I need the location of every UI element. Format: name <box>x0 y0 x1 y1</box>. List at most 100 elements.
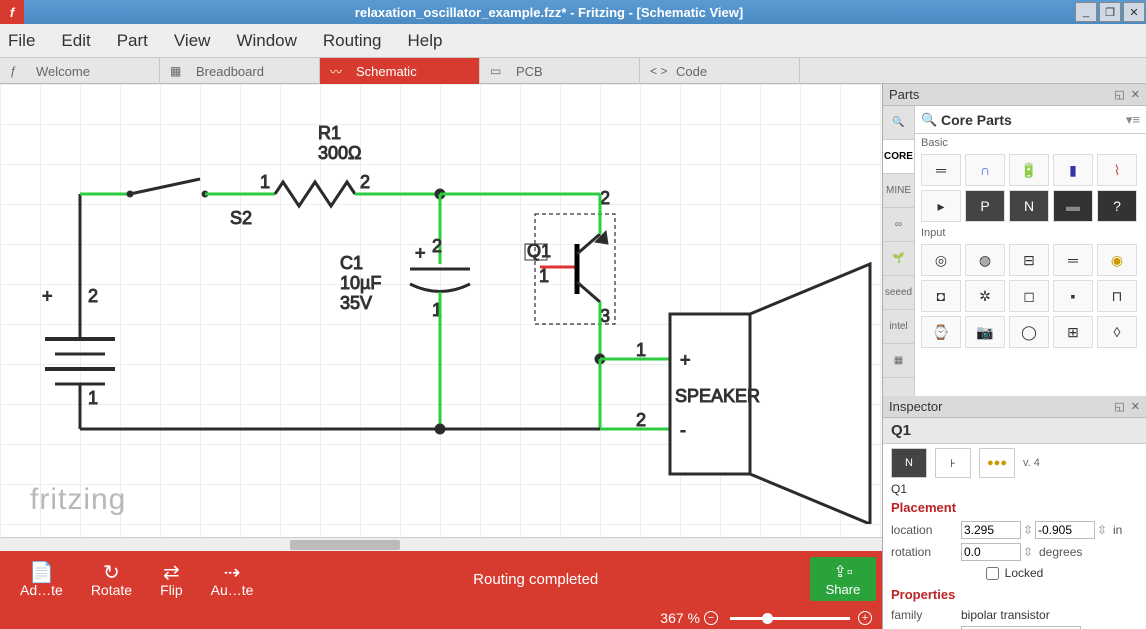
tab-welcome[interactable]: ƒWelcome <box>0 58 160 84</box>
menu-edit[interactable]: Edit <box>61 31 90 51</box>
inspector-thumb-pcb[interactable]: ●●● <box>979 448 1015 478</box>
parts-tab-seeed[interactable]: seeed <box>883 276 914 310</box>
panel-undock-icon[interactable]: ◱ <box>1114 88 1124 101</box>
parts-tab-more[interactable]: ▦ <box>883 344 914 378</box>
horizontal-scrollbar[interactable] <box>0 537 882 551</box>
locked-label: Locked <box>1005 566 1044 580</box>
part-jack[interactable]: ◻ <box>1009 280 1049 312</box>
parts-menu-icon[interactable]: ▾≡ <box>1126 112 1140 128</box>
part-switch[interactable]: ⊓ <box>1097 280 1137 312</box>
window-close-button[interactable]: ✕ <box>1123 2 1145 22</box>
part-led[interactable]: ◊ <box>1097 316 1137 348</box>
tab-label: Welcome <box>36 64 90 79</box>
scrollbar-thumb[interactable] <box>290 540 400 550</box>
part-camera[interactable]: 📷 <box>965 316 1005 348</box>
inspector-thumb-schematic[interactable]: ⊦ <box>935 448 971 478</box>
parts-search-tab[interactable]: 🔍 <box>883 106 914 140</box>
inspector-version: v. 4 <box>1023 457 1040 469</box>
spinner-icon[interactable]: ⇳ <box>1095 523 1109 537</box>
resistor-r1[interactable]: R1 300Ω 1 2 <box>260 123 370 206</box>
menu-window[interactable]: Window <box>236 31 296 51</box>
autoroute-button[interactable]: ⇢Au…te <box>211 560 254 598</box>
tab-schematic[interactable]: 〰Schematic <box>320 58 480 84</box>
part-sensor[interactable]: ◉ <box>1097 244 1137 276</box>
svg-text:Q1: Q1 <box>527 241 551 261</box>
zoom-slider-thumb[interactable] <box>762 613 773 624</box>
inspector-thumb-breadboard[interactable]: N <box>891 448 927 478</box>
part-transistor-n[interactable]: N <box>1009 190 1049 222</box>
inspector-panel-header: Inspector ◱✕ <box>883 396 1146 418</box>
parts-tab-core[interactable]: CORE <box>883 140 914 174</box>
family-value: bipolar transistor <box>961 608 1050 622</box>
part-mic[interactable]: ◯ <box>1009 316 1049 348</box>
pcb-icon: ▭ <box>490 64 508 78</box>
part-electrolytic[interactable]: 🔋 <box>1009 154 1049 186</box>
parts-panel-header: Parts ◱✕ <box>883 84 1146 106</box>
part-transistor-p[interactable]: P <box>965 190 1005 222</box>
zoom-slider[interactable] <box>730 617 850 620</box>
rotation-unit: degrees <box>1039 545 1082 559</box>
part-resistor[interactable]: ═ <box>921 154 961 186</box>
panel-close-icon[interactable]: ✕ <box>1131 400 1140 413</box>
switch-s2[interactable]: S2 <box>127 179 252 228</box>
part-capacitor[interactable]: ∩ <box>965 154 1005 186</box>
tab-label: Schematic <box>356 64 417 79</box>
svg-text:10µF: 10µF <box>340 273 381 293</box>
panel-undock-icon[interactable]: ◱ <box>1114 400 1124 413</box>
tab-pcb[interactable]: ▭PCB <box>480 58 640 84</box>
autoroute-icon: ⇢ <box>224 560 241 582</box>
menu-routing[interactable]: Routing <box>323 31 382 51</box>
share-button[interactable]: ⇪▫ Share <box>810 557 876 601</box>
btn-label: Au…te <box>211 582 254 598</box>
tab-label: Code <box>676 64 707 79</box>
parts-tab-arduino[interactable]: ∞ <box>883 208 914 242</box>
spinner-icon[interactable]: ⇳ <box>1021 545 1035 559</box>
zoom-out-button[interactable]: − <box>704 611 718 625</box>
parts-tab-mine[interactable]: MINE <box>883 174 914 208</box>
menu-view[interactable]: View <box>174 31 211 51</box>
window-minimize-button[interactable]: _ <box>1075 2 1097 22</box>
location-y-input[interactable] <box>1035 521 1095 539</box>
part-pot[interactable]: ◍ <box>965 244 1005 276</box>
part-mystery[interactable]: ? <box>1097 190 1137 222</box>
rotate-button[interactable]: ↻Rotate <box>91 560 132 598</box>
svg-text:S2: S2 <box>230 208 252 228</box>
window-maximize-button[interactable]: ❐ <box>1099 2 1121 22</box>
parts-tab-intel[interactable]: intel <box>883 310 914 344</box>
fritzing-watermark: fritzing <box>30 483 126 517</box>
zoom-in-button[interactable]: + <box>858 611 872 625</box>
capacitor-c1[interactable]: + C1 10µF 35V 2 1 <box>340 236 470 320</box>
locked-checkbox[interactable] <box>986 567 999 580</box>
part-inductor[interactable]: ⌇ <box>1097 154 1137 186</box>
part-timer[interactable]: ⌚ <box>921 316 961 348</box>
add-note-button[interactable]: 📄Ad…te <box>20 560 63 598</box>
part-resistor2[interactable]: ═ <box>1053 244 1093 276</box>
spinner-icon[interactable]: ⇳ <box>1021 523 1035 537</box>
part-ic[interactable]: ▬ <box>1053 190 1093 222</box>
svg-text:3: 3 <box>600 306 610 326</box>
menu-file[interactable]: File <box>8 31 35 51</box>
parts-tab-sparkfun[interactable]: 🌱 <box>883 242 914 276</box>
part-slider[interactable]: ⊟ <box>1009 244 1049 276</box>
part-encoder[interactable]: ◎ <box>921 244 961 276</box>
menu-help[interactable]: Help <box>408 31 443 51</box>
location-unit: in <box>1113 523 1122 537</box>
flip-button[interactable]: ⇄Flip <box>160 560 183 598</box>
part-keypad[interactable]: ⊞ <box>1053 316 1093 348</box>
schematic-canvas[interactable]: + 2 1 S2 R1 300Ω 1 <box>0 84 882 537</box>
part-dial[interactable]: ✲ <box>965 280 1005 312</box>
battery-symbol[interactable]: + 2 1 <box>42 194 115 429</box>
location-x-input[interactable] <box>961 521 1021 539</box>
menu-part[interactable]: Part <box>117 31 148 51</box>
speaker-symbol[interactable]: SPEAKER + - 1 2 <box>636 264 870 524</box>
search-icon[interactable]: 🔍 <box>921 112 941 128</box>
tab-breadboard[interactable]: ▦Breadboard <box>160 58 320 84</box>
part-diode[interactable]: ▸ <box>921 190 961 222</box>
part-crystal[interactable]: ▮ <box>1053 154 1093 186</box>
panel-close-icon[interactable]: ✕ <box>1131 88 1140 101</box>
part-connector[interactable]: ◘ <box>921 280 961 312</box>
category-basic-label: Basic <box>915 134 1146 152</box>
rotation-input[interactable] <box>961 543 1021 561</box>
tab-code[interactable]: < >Code <box>640 58 800 84</box>
part-button[interactable]: ▪ <box>1053 280 1093 312</box>
